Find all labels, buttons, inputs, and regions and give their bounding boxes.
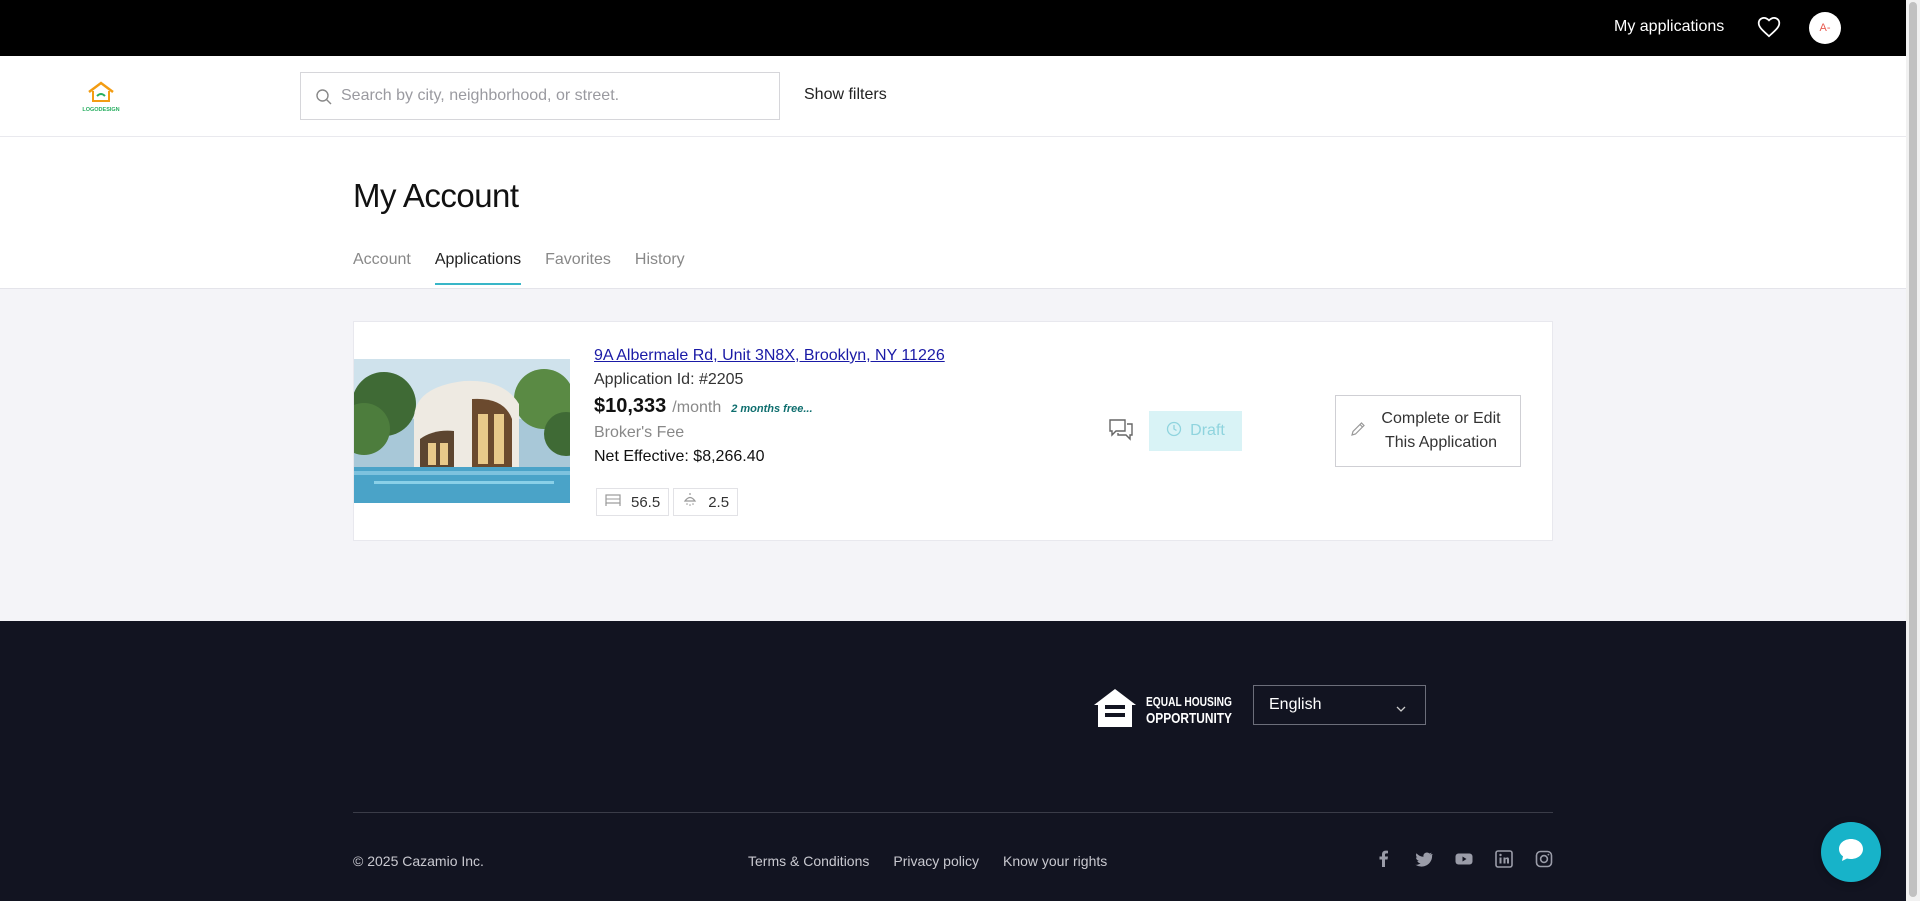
site-footer: EQUAL HOUSING OPPORTUNITY English © 2025…: [0, 621, 1906, 901]
tab-history[interactable]: History: [635, 251, 685, 285]
property-address-link[interactable]: 9A Albermale Rd, Unit 3N8X, Brooklyn, NY…: [594, 347, 945, 365]
equal-housing-opportunity-logo: EQUAL HOUSING OPPORTUNITY: [1092, 687, 1234, 729]
site-header: LOGODESIGN Show filters: [0, 56, 1906, 137]
social-links: [1374, 849, 1554, 869]
footer-divider: [353, 812, 1553, 813]
footer-links: Terms & Conditions Privacy policy Know y…: [748, 853, 1107, 869]
draft-status-badge: Draft: [1149, 411, 1242, 451]
search-input[interactable]: [341, 73, 771, 119]
favorites-heart-icon[interactable]: [1756, 14, 1782, 40]
search-icon: [315, 88, 333, 106]
language-value: English: [1269, 696, 1322, 713]
user-avatar[interactable]: A-: [1809, 12, 1841, 44]
bed-icon: [605, 493, 621, 511]
search-box: [300, 72, 780, 120]
svg-text:LOGODESIGN: LOGODESIGN: [82, 107, 119, 113]
application-id: Application Id: #2205: [594, 371, 744, 388]
baths-chip: 2.5: [673, 488, 739, 516]
application-info: 9A Albermale Rd, Unit 3N8X, Brooklyn, NY…: [594, 347, 945, 466]
applications-section: 9A Albermale Rd, Unit 3N8X, Brooklyn, NY…: [0, 289, 1906, 621]
tab-account[interactable]: Account: [353, 251, 411, 285]
chat-widget-button[interactable]: [1821, 822, 1881, 882]
my-applications-link[interactable]: My applications: [1614, 18, 1724, 36]
page-title: My Account: [353, 177, 519, 214]
svg-text:OPPORTUNITY: OPPORTUNITY: [1146, 710, 1232, 727]
scrollbar-thumb[interactable]: [1909, 2, 1917, 897]
shower-icon: [682, 493, 698, 511]
complete-edit-application-button[interactable]: Complete or Edit This Application: [1335, 395, 1521, 467]
price-row: $10,333 /month 2 months free...: [594, 395, 945, 418]
price-period: /month: [672, 399, 722, 416]
application-card: 9A Albermale Rd, Unit 3N8X, Brooklyn, NY…: [353, 321, 1553, 541]
promo-badge: 2 months free...: [731, 403, 813, 415]
account-header: My Account Account Applications Favorite…: [0, 137, 1906, 289]
terms-link[interactable]: Terms & Conditions: [748, 853, 869, 869]
copyright: © 2025 Cazamio Inc.: [353, 853, 484, 869]
site-logo[interactable]: LOGODESIGN: [80, 78, 122, 114]
youtube-icon[interactable]: [1454, 849, 1474, 869]
privacy-link[interactable]: Privacy policy: [893, 853, 979, 869]
language-select[interactable]: English: [1253, 685, 1426, 725]
page-scrollbar[interactable]: [1906, 0, 1920, 901]
account-tabs: Account Applications Favorites History: [353, 251, 685, 285]
beds-count: 56.5: [631, 493, 661, 511]
show-filters-button[interactable]: Show filters: [804, 86, 887, 104]
property-photo[interactable]: [354, 359, 570, 503]
draft-status-label: Draft: [1190, 422, 1225, 439]
tab-applications[interactable]: Applications: [434, 251, 522, 285]
top-bar: My applications A-: [0, 0, 1906, 56]
complete-edit-label: Complete or Edit This Application: [1381, 410, 1501, 451]
linkedin-icon[interactable]: [1494, 849, 1514, 869]
chat-bubble-icon: [1836, 835, 1866, 870]
instagram-icon[interactable]: [1534, 849, 1554, 869]
clock-icon: [1166, 421, 1182, 442]
tab-favorites[interactable]: Favorites: [545, 251, 611, 285]
baths-count: 2.5: [708, 493, 730, 511]
pencil-icon: [1350, 421, 1366, 442]
messages-icon[interactable]: [1108, 418, 1134, 442]
monthly-price: $10,333: [594, 395, 667, 417]
beds-chip: 56.5: [596, 488, 670, 516]
chevron-down-icon: [1395, 700, 1407, 718]
net-effective-rent: Net Effective: $8,266.40: [594, 448, 765, 465]
know-your-rights-link[interactable]: Know your rights: [1003, 853, 1107, 869]
svg-text:EQUAL HOUSING: EQUAL HOUSING: [1146, 694, 1232, 709]
unit-features: 56.5 2.5: [596, 488, 739, 516]
facebook-icon[interactable]: [1374, 849, 1394, 869]
broker-fee: Broker's Fee: [594, 424, 685, 441]
twitter-icon[interactable]: [1414, 849, 1434, 869]
